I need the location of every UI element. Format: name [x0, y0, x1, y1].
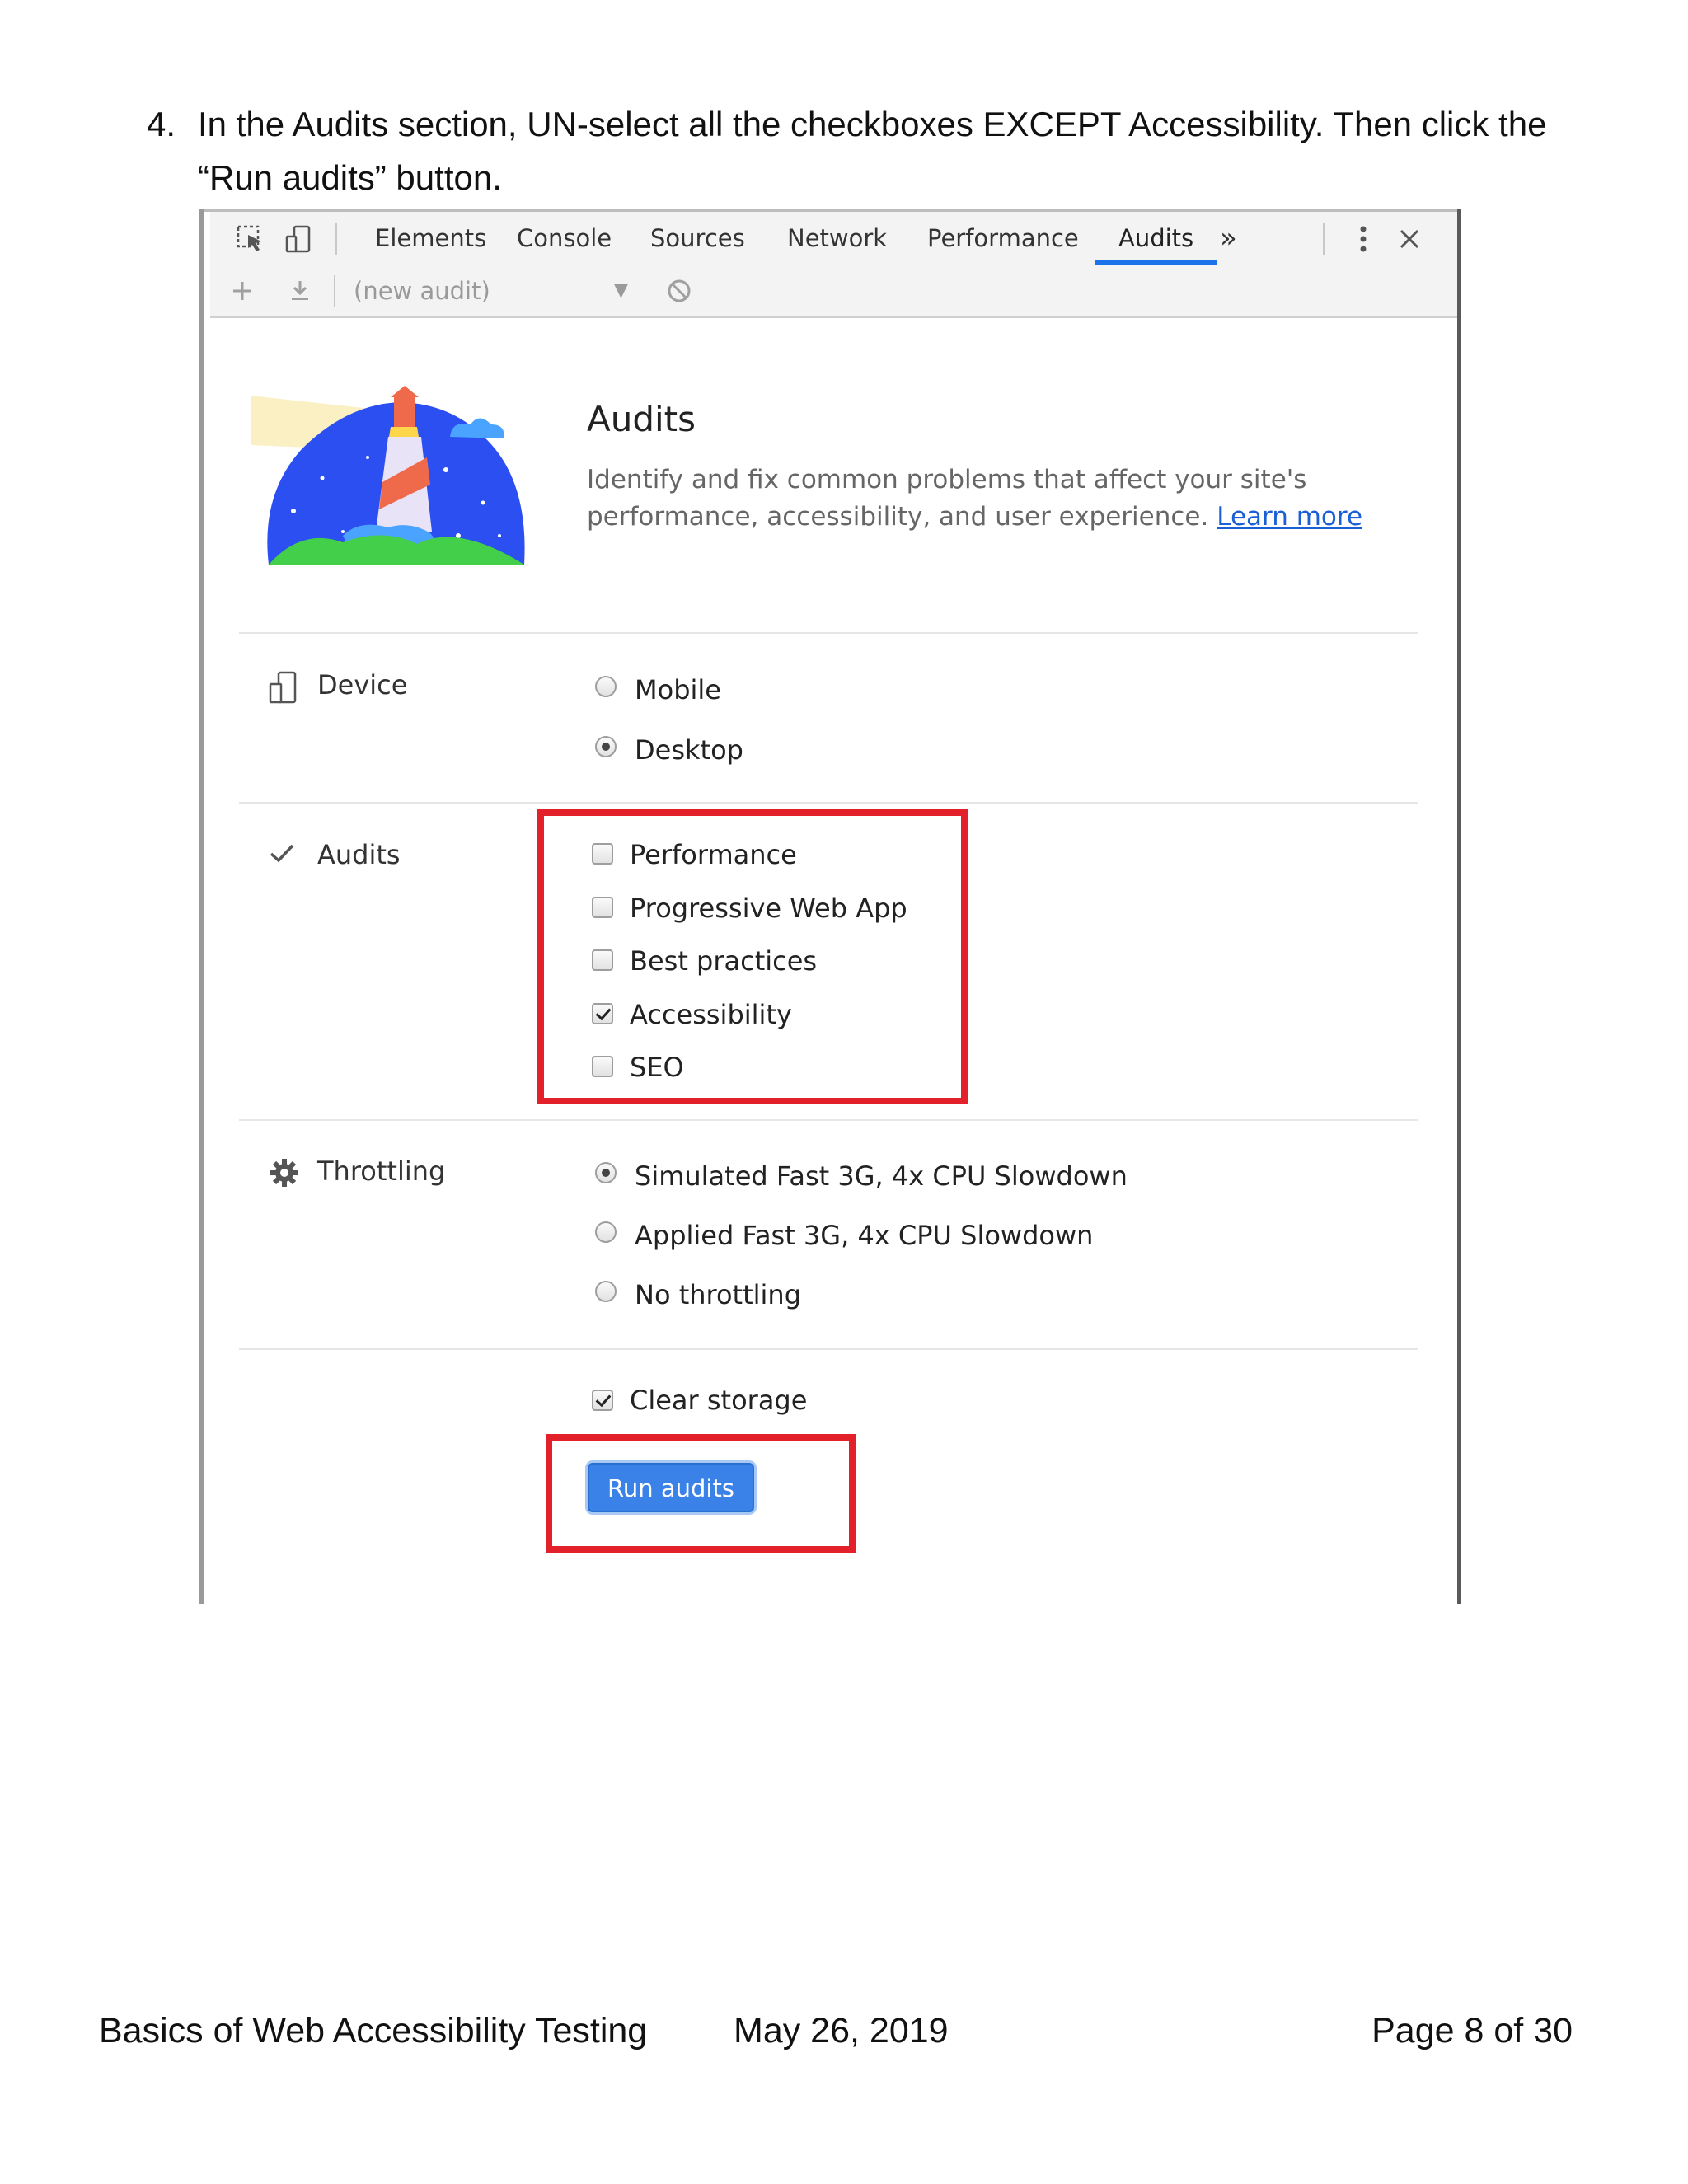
throttling-label: Throttling: [317, 1155, 446, 1187]
radio-desktop[interactable]: [595, 736, 617, 757]
audit-select[interactable]: (new audit): [354, 265, 490, 316]
toolbar-separator: [334, 275, 335, 307]
audits-title: Audits: [587, 399, 696, 439]
plus-icon[interactable]: [227, 275, 258, 307]
tab-sources[interactable]: Sources: [650, 212, 745, 265]
download-icon[interactable]: [284, 275, 316, 307]
device-icon: [269, 671, 298, 708]
section-divider: [239, 802, 1418, 804]
learn-more-link[interactable]: Learn more: [1217, 502, 1362, 532]
tab-console[interactable]: Console: [517, 212, 612, 265]
highlight-box-run-button: [546, 1434, 856, 1553]
audits-toolbar: (new audit) ▼: [210, 265, 1457, 318]
kebab-menu-icon[interactable]: [1348, 223, 1379, 255]
option-applied-fast-3g: Applied Fast 3G, 4x CPU Slowdown: [635, 1220, 1094, 1251]
radio-no-throttling[interactable]: [595, 1281, 617, 1302]
option-no-throttling: No throttling: [635, 1279, 802, 1310]
lighthouse-illustration: [244, 379, 541, 569]
option-desktop: Desktop: [635, 734, 743, 766]
tab-elements[interactable]: Elements: [375, 212, 486, 265]
clear-block-icon[interactable]: [663, 275, 695, 307]
option-mobile: Mobile: [635, 674, 721, 705]
footer-date: May 26, 2019: [734, 2011, 949, 2050]
audits-description: Identify and fix common problems that af…: [587, 462, 1461, 536]
radio-simulated-fast-3g[interactable]: [595, 1162, 617, 1183]
checkbox-clear-storage[interactable]: [592, 1390, 613, 1411]
footer-title: Basics of Web Accessibility Testing: [99, 2011, 648, 2050]
inspect-element-icon[interactable]: [235, 223, 266, 255]
tab-performance[interactable]: Performance: [927, 212, 1079, 265]
step-number: 4.: [147, 105, 176, 143]
gear-icon: [269, 1157, 300, 1193]
checkmark-icon: [269, 841, 295, 869]
section-divider: [239, 632, 1418, 634]
device-toolbar-icon[interactable]: [283, 223, 314, 255]
dropdown-arrow-icon[interactable]: ▼: [614, 265, 628, 316]
footer-page: Page 8 of 30: [1372, 2011, 1573, 2050]
toolbar-separator: [335, 223, 337, 255]
radio-applied-fast-3g[interactable]: [595, 1221, 617, 1243]
option-simulated-fast-3g: Simulated Fast 3G, 4x CPU Slowdown: [635, 1160, 1128, 1192]
option-clear-storage: Clear storage: [630, 1385, 808, 1416]
radio-mobile[interactable]: [595, 676, 617, 697]
devtools-tabbar: Elements Console Sources Network Perform…: [210, 212, 1457, 265]
step-text: In the Audits section, UN-select all the…: [198, 105, 1547, 197]
close-icon[interactable]: [1394, 223, 1425, 255]
toolbar-separator: [1323, 223, 1325, 255]
section-divider: [239, 1348, 1418, 1350]
more-tabs-icon[interactable]: »: [1220, 212, 1237, 265]
device-label: Device: [317, 669, 408, 701]
tab-audits[interactable]: Audits: [1095, 212, 1217, 265]
audits-label: Audits: [317, 839, 401, 870]
description-text: Identify and fix common problems that af…: [587, 465, 1307, 532]
section-divider: [239, 1119, 1418, 1121]
tab-network[interactable]: Network: [787, 212, 887, 265]
highlight-box-audits: [537, 809, 968, 1104]
